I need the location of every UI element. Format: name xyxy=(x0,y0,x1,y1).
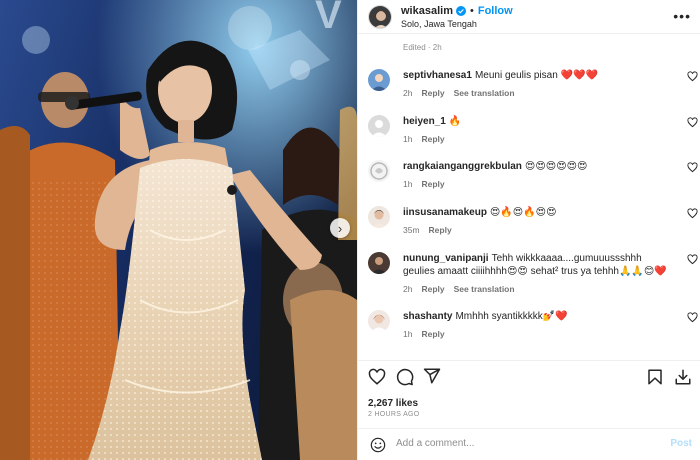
verified-badge-icon xyxy=(455,5,466,16)
post-header: wikasalim • Follow Solo, Jawa Tengah ••• xyxy=(358,0,700,34)
reply-button[interactable]: Reply xyxy=(421,88,444,98)
commenter-avatar[interactable] xyxy=(368,115,390,137)
comment-text: Meuni geulis pisan ❤️❤️❤️ xyxy=(474,70,598,81)
separator-dot: • xyxy=(469,4,474,17)
comment-icon[interactable] xyxy=(396,368,414,386)
edited-label: Edited · 2h xyxy=(403,43,442,52)
comment-username[interactable]: septivhanesa1 xyxy=(403,70,472,81)
post-photo: V xyxy=(0,0,357,460)
comment-like-icon[interactable] xyxy=(687,254,698,265)
avatar-image xyxy=(369,5,391,28)
post-time-ago[interactable]: 2 HOURS AGO xyxy=(368,411,420,418)
send-icon[interactable] xyxy=(423,367,441,385)
download-icon[interactable] xyxy=(674,368,692,386)
actions-divider xyxy=(358,360,700,361)
author-username[interactable]: wikasalim xyxy=(401,5,453,17)
instagram-post: V › wikasalim • Follow Solo, Jawa Tengah… xyxy=(0,0,700,460)
comment-text: Mmhhh syantikkkkk💅❤️ xyxy=(455,311,568,322)
comment-username[interactable]: nunung_vanipanji xyxy=(403,253,489,264)
commenter-avatar[interactable] xyxy=(368,69,390,91)
comment-username[interactable]: iinsusanamakeup xyxy=(403,207,487,218)
reply-button[interactable]: Reply xyxy=(421,284,444,294)
chevron-right-icon: › xyxy=(337,220,343,236)
see-translation-button[interactable]: See translation xyxy=(454,284,515,294)
comment-like-icon[interactable] xyxy=(687,71,698,82)
comment-username[interactable]: rangkaianganggrekbulan xyxy=(403,161,522,172)
add-comment-input[interactable]: Add a comment... xyxy=(396,438,474,449)
svg-text:V: V xyxy=(315,0,342,37)
like-count[interactable]: 2,267 likes xyxy=(368,398,418,409)
bookmark-icon[interactable] xyxy=(646,368,664,386)
commenter-avatar[interactable] xyxy=(368,160,390,182)
comment-like-icon[interactable] xyxy=(687,312,698,323)
emoji-icon[interactable] xyxy=(370,437,386,453)
post-location[interactable]: Solo, Jawa Tengah xyxy=(401,19,513,29)
comment-time[interactable]: 35m xyxy=(403,225,420,235)
comment-time[interactable]: 2h xyxy=(403,88,412,98)
comment-text: 🔥 xyxy=(448,116,462,127)
more-options-icon[interactable]: ••• xyxy=(673,8,691,24)
comment-like-icon[interactable] xyxy=(687,162,698,173)
comment-time[interactable]: 2h xyxy=(403,284,412,294)
comment-text: 😍😍😍😍😍😍 xyxy=(524,161,588,172)
comment-time[interactable]: 1h xyxy=(403,329,412,339)
post-media[interactable]: V › xyxy=(0,0,357,460)
commenter-avatar[interactable] xyxy=(368,206,390,228)
reply-button[interactable]: Reply xyxy=(429,225,452,235)
see-translation-button[interactable]: See translation xyxy=(454,88,515,98)
commenter-avatar[interactable] xyxy=(368,252,390,274)
comment-time[interactable]: 1h xyxy=(403,134,412,144)
reply-button[interactable]: Reply xyxy=(421,134,444,144)
reply-button[interactable]: Reply xyxy=(421,179,444,189)
reply-button[interactable]: Reply xyxy=(421,329,444,339)
post-details-panel: wikasalim • Follow Solo, Jawa Tengah •••… xyxy=(357,0,700,460)
carousel-next-button[interactable]: › xyxy=(330,218,350,238)
comment-like-icon[interactable] xyxy=(687,117,698,128)
author-avatar[interactable] xyxy=(368,4,392,29)
add-comment-bar: Add a comment... Post xyxy=(358,428,700,460)
comment-time[interactable]: 1h xyxy=(403,179,412,189)
post-comment-button[interactable]: Post xyxy=(670,438,692,449)
comment-like-icon[interactable] xyxy=(687,208,698,219)
commenter-avatar[interactable] xyxy=(368,310,390,332)
comment-username[interactable]: heiyen_1 xyxy=(403,116,446,127)
comment-text: 😍🔥😍🔥😍😍 xyxy=(489,207,557,218)
follow-button[interactable]: Follow xyxy=(478,5,513,17)
heart-icon[interactable] xyxy=(368,368,386,386)
comment-username[interactable]: shashanty xyxy=(403,311,452,322)
